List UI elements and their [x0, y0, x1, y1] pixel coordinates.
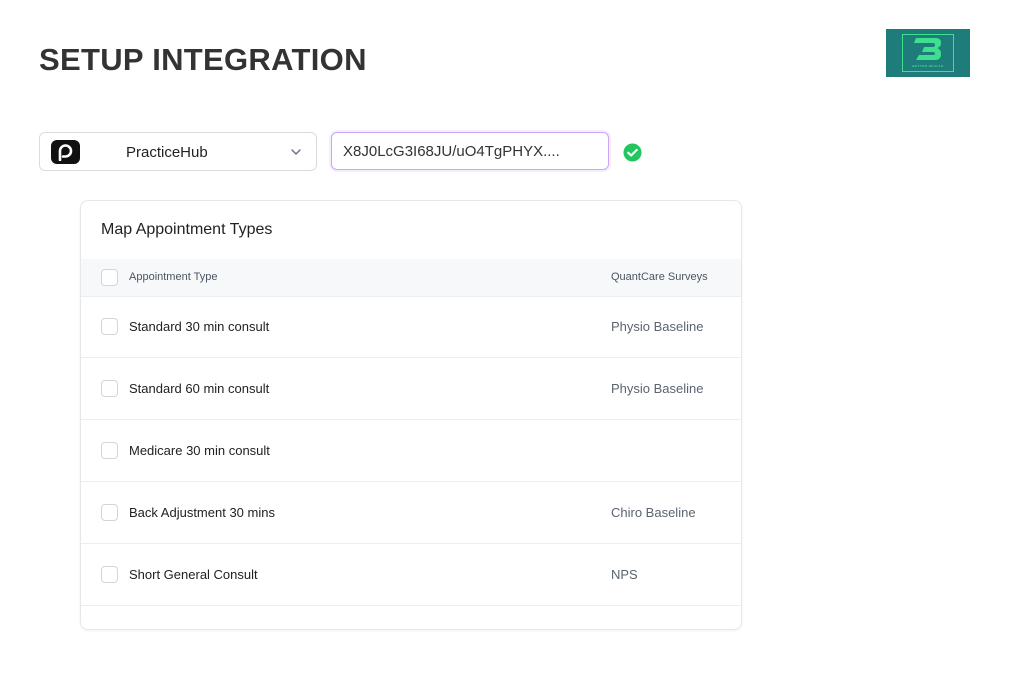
column-header-surveys: QuantCare Surveys: [611, 271, 708, 283]
survey-cell[interactable]: NPS: [611, 567, 638, 582]
chevron-down-icon: [291, 149, 301, 155]
table-header: Appointment Type QuantCare Surveys: [81, 259, 741, 297]
brand-logo-text: BETTER HEALTH: [912, 64, 944, 68]
table-row: Medicare 30 min consult: [81, 420, 741, 482]
brand-logo: BETTER HEALTH: [886, 29, 970, 77]
row-checkbox[interactable]: [101, 566, 118, 583]
appointment-type-cell: Short General Consult: [129, 567, 258, 582]
survey-cell[interactable]: Physio Baseline: [611, 381, 704, 396]
brand-b-icon: [914, 38, 941, 60]
integration-source-select[interactable]: PracticeHub: [39, 132, 317, 171]
appointment-type-cell: Standard 30 min consult: [129, 319, 270, 334]
table-row: Back Adjustment 30 mins Chiro Baseline: [81, 482, 741, 544]
survey-cell[interactable]: Chiro Baseline: [611, 505, 696, 520]
integration-source-label: PracticeHub: [126, 144, 208, 161]
check-circle-icon: [623, 143, 642, 162]
table-row: Standard 30 min consult Physio Baseline: [81, 296, 741, 358]
page-title: SETUP INTEGRATION: [39, 42, 367, 77]
appointment-type-cell: Standard 60 min consult: [129, 381, 270, 396]
select-all-checkbox[interactable]: [101, 269, 118, 286]
row-checkbox[interactable]: [101, 504, 118, 521]
row-checkbox[interactable]: [101, 380, 118, 397]
appointment-type-cell: Medicare 30 min consult: [129, 443, 270, 458]
map-appointment-types-card: Map Appointment Types Appointment Type Q…: [80, 200, 742, 630]
practicehub-logo-icon: [51, 140, 80, 164]
appointment-type-cell: Back Adjustment 30 mins: [129, 505, 275, 520]
column-header-appointment-type: Appointment Type: [129, 271, 218, 283]
api-key-input[interactable]: [331, 132, 609, 170]
row-checkbox[interactable]: [101, 442, 118, 459]
card-title: Map Appointment Types: [101, 221, 273, 238]
survey-cell[interactable]: Physio Baseline: [611, 319, 704, 334]
row-checkbox[interactable]: [101, 318, 118, 335]
table-row: Short General Consult NPS: [81, 544, 741, 606]
table-row: Standard 60 min consult Physio Baseline: [81, 358, 741, 420]
